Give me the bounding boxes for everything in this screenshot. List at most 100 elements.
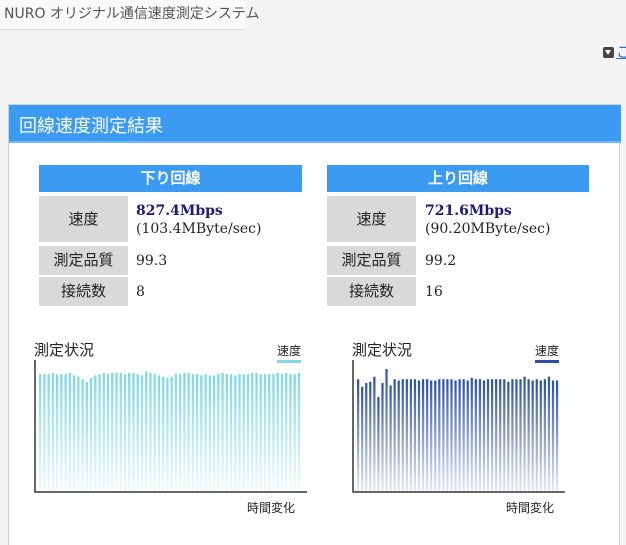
upload-heading: 上り回線 <box>327 165 589 192</box>
chart-bar <box>153 374 156 491</box>
chart-bar <box>478 379 482 491</box>
chart-bar <box>191 374 195 491</box>
chart-bar <box>64 374 67 491</box>
chart-bar <box>106 374 110 491</box>
chart-bar <box>242 374 245 491</box>
chart-bar <box>200 375 203 491</box>
chart-bar <box>293 374 296 491</box>
chart-bar <box>212 375 216 491</box>
chart-bar <box>539 380 542 491</box>
chart-bar <box>268 374 271 491</box>
download-speed-mbps: 827.4Mbps <box>136 203 223 219</box>
chart-bar <box>426 379 429 491</box>
chart-bar <box>251 372 254 491</box>
chart-bar <box>246 374 250 491</box>
chart-bar <box>183 372 186 491</box>
chart-bar <box>543 379 546 491</box>
chart-bar <box>166 377 169 491</box>
chart-bar <box>462 379 465 491</box>
chart-bar <box>162 376 165 491</box>
app-title: NURO オリジナル通信速度測定システム <box>4 6 260 22</box>
chart-bar <box>393 379 396 491</box>
result-panel: 回線速度測定結果 下り回線 速度 827.4Mbps (103.4MByte/s… <box>8 104 621 545</box>
chart-bar <box>111 372 114 491</box>
chart-bar <box>140 375 144 491</box>
chart-bar <box>430 380 433 491</box>
chart-bar <box>377 397 380 491</box>
download-quality-label: 測定品質 <box>39 246 128 275</box>
chart-bar <box>458 379 461 491</box>
chart-bar <box>515 379 518 491</box>
chart-bar <box>225 374 228 491</box>
chart-bar <box>94 375 97 491</box>
upload-chart-xlabel: 時間変化 <box>506 501 555 515</box>
chart-bar <box>365 383 368 491</box>
upload-speed-sub: (90.20MByte/sec) <box>425 221 551 237</box>
chart-bar <box>385 369 388 491</box>
upload-quality-label: 測定品質 <box>327 246 416 275</box>
chart-bar <box>470 377 473 491</box>
chart-bar <box>535 379 538 491</box>
chart-bar <box>280 374 284 491</box>
download-connections-value: 8 <box>136 284 145 300</box>
chart-bar <box>409 379 413 491</box>
chart-bar <box>482 380 486 491</box>
chart-bar <box>255 372 258 491</box>
chart-bar <box>195 374 199 491</box>
chart-bar <box>128 372 131 491</box>
chart-bar <box>495 379 498 491</box>
upload-speed-mbps: 721.6Mbps <box>425 203 512 219</box>
download-quality-value: 99.3 <box>136 253 168 269</box>
chart-bar <box>289 374 292 491</box>
chart-bar <box>68 372 72 491</box>
chart-bar <box>397 380 400 491</box>
chart-bar <box>474 379 477 491</box>
menu-link[interactable]: こ <box>616 41 626 62</box>
chart-bar <box>276 372 279 491</box>
chart-bar <box>442 379 445 491</box>
chart-bar <box>77 376 80 491</box>
chart-bar <box>60 374 63 491</box>
chart-bar <box>157 375 161 491</box>
chart-bar <box>551 380 555 491</box>
chart-bar <box>55 374 59 491</box>
chart-bar <box>51 372 55 491</box>
upload-legend-label: 速度 <box>535 344 560 358</box>
chart-bar <box>234 375 237 491</box>
chart-bar <box>511 379 514 491</box>
upload-connections-value: 16 <box>425 284 443 300</box>
chart-bar <box>136 374 139 491</box>
chart-bar <box>486 379 490 491</box>
chart-bar <box>238 374 241 491</box>
chart-bar <box>174 374 178 491</box>
chart-bar <box>85 381 88 491</box>
chart-bar <box>499 379 502 491</box>
chart-bar <box>297 372 301 491</box>
title-bar: NURO オリジナル通信速度測定システム <box>0 0 260 30</box>
chart-bar <box>369 381 372 491</box>
upload-connections-label: 接続数 <box>327 277 416 306</box>
chart-bar <box>555 380 559 491</box>
download-connections-label: 接続数 <box>39 277 128 306</box>
chart-bar <box>405 379 408 491</box>
chart-bar <box>259 374 262 491</box>
dropdown-marker-icon[interactable] <box>603 47 614 58</box>
chart-bar <box>229 374 233 491</box>
download-legend-label: 速度 <box>277 344 302 358</box>
chart-bar <box>72 375 76 491</box>
chart-bar <box>438 379 441 491</box>
chart-bar <box>490 379 494 491</box>
chart-bar <box>149 372 152 491</box>
app-window: { "header": { "title": "NURO オリジナル通信速度測定… <box>0 0 626 545</box>
chart-bar <box>373 376 376 491</box>
chart-bar <box>527 379 530 491</box>
chart-bar <box>519 379 522 491</box>
chart-bar <box>170 376 173 491</box>
chart-bar <box>413 379 417 491</box>
chart-bar <box>204 374 207 491</box>
chart-bar <box>466 380 469 491</box>
chart-bar <box>43 374 46 491</box>
upload-speed-label: 速度 <box>327 196 416 242</box>
chart-bar <box>446 379 449 491</box>
upload-speed-value: 721.6Mbps <box>425 203 512 219</box>
